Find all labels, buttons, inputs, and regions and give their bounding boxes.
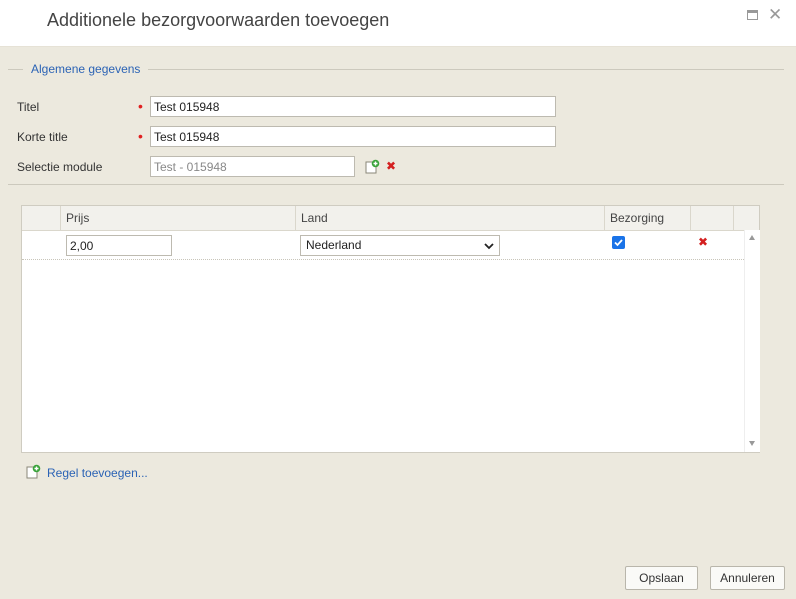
- column-header-land[interactable]: Land: [295, 206, 604, 230]
- fieldset-header: Algemene gegevens: [8, 61, 784, 77]
- required-marker: •: [138, 98, 143, 114]
- add-row-label[interactable]: Regel toevoegen...: [47, 466, 148, 480]
- section-divider: [8, 184, 784, 185]
- dialog-title: Additionele bezorgvoorwaarden toevoegen: [47, 10, 390, 30]
- checkmark-icon: [614, 239, 623, 247]
- dialog-titlebar: Additionele bezorgvoorwaarden toevoegen …: [0, 0, 796, 47]
- titel-input[interactable]: [150, 96, 556, 117]
- selectie-module-label: Selectie module: [17, 160, 103, 174]
- add-document-icon[interactable]: [364, 159, 380, 175]
- prijs-input[interactable]: [66, 235, 172, 256]
- grid-scrollbar[interactable]: [744, 230, 760, 452]
- save-button[interactable]: Opslaan: [625, 566, 698, 590]
- scroll-up-icon[interactable]: [749, 235, 755, 240]
- fieldset-line: [148, 69, 784, 70]
- conditions-grid: Prijs Land Bezorging Nederland ✖: [21, 205, 760, 453]
- fieldset-legend[interactable]: Algemene gegevens: [31, 62, 140, 76]
- selectie-module-field[interactable]: [150, 156, 355, 177]
- column-header-bezorging[interactable]: Bezorging: [604, 206, 690, 230]
- column-header-prijs[interactable]: Prijs: [60, 206, 295, 230]
- grid-header: Prijs Land Bezorging: [22, 206, 759, 231]
- titel-label: Titel: [17, 100, 40, 114]
- maximize-icon[interactable]: [747, 10, 758, 20]
- delete-icon[interactable]: ✖: [386, 159, 396, 173]
- fieldset-line: [8, 69, 23, 70]
- required-marker: •: [138, 128, 143, 144]
- land-select-value: Nederland: [306, 238, 362, 252]
- chevron-down-icon: [484, 243, 494, 250]
- column-header-spacer: [733, 206, 759, 230]
- korte-title-label: Korte title: [17, 130, 68, 144]
- scroll-down-icon[interactable]: [749, 441, 755, 446]
- land-select[interactable]: Nederland: [300, 235, 500, 256]
- add-document-icon: [26, 464, 41, 479]
- column-header-actions: [690, 206, 733, 230]
- dialog-body: Algemene gegevens Titel • Korte title • …: [0, 47, 796, 599]
- close-icon[interactable]: ✕: [768, 5, 782, 25]
- delete-row-icon[interactable]: ✖: [698, 235, 708, 249]
- bezorging-checkbox[interactable]: [612, 236, 625, 249]
- cancel-button[interactable]: Annuleren: [710, 566, 785, 590]
- table-row: Nederland ✖: [22, 230, 744, 260]
- korte-title-input[interactable]: [150, 126, 556, 147]
